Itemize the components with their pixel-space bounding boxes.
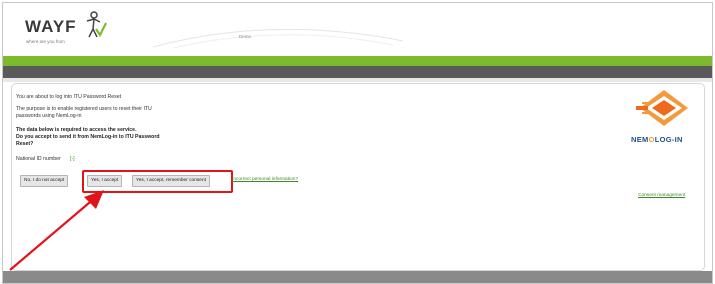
green-band [3, 56, 712, 66]
browser-window: WAYF where are you from Demo You are abo… [2, 2, 713, 284]
nemlogin-logo-suffix: LOG-IN [654, 135, 683, 144]
header-decoration [153, 28, 403, 49]
purpose-text-line-1: The purpose is to enable registered user… [16, 106, 152, 112]
question-text-line-1: The data below is required to access the… [16, 127, 137, 133]
accept-remember-button[interactable]: Yes, I accept, remember consent [132, 175, 210, 187]
header-center-text: Demo [239, 34, 252, 39]
attribute-label: National ID number [16, 156, 61, 162]
intro-text: You are about to log into ITU Password R… [16, 94, 122, 100]
wayf-logo: WAYF where are you from [25, 11, 107, 44]
incorrect-info-link[interactable]: Incorrect personal information? [232, 177, 298, 182]
question-text-line-2: Do you accept to send it from NemLog-in … [16, 134, 160, 140]
separator-strip [3, 78, 712, 82]
nemlogin-logo-text: NEMOLOG-IN [631, 135, 683, 144]
wayf-logo-icon [85, 11, 107, 44]
brand-name: WAYF [25, 17, 77, 36]
consent-management-link[interactable]: Consent management [638, 193, 685, 198]
header: WAYF where are you from Demo [3, 3, 712, 55]
dark-band [3, 66, 712, 78]
nemlogin-logo-prefix: NEM [631, 135, 649, 144]
nemlogin-icon [636, 88, 692, 133]
question-text-line-3: Reset? [16, 141, 34, 147]
attribute-toggle[interactable]: [-] [70, 156, 75, 163]
footer-band [3, 271, 712, 283]
brand-tagline: where are you from [26, 39, 65, 44]
decline-button[interactable]: No, I do not accept [20, 175, 69, 187]
accept-button[interactable]: Yes, I accept [87, 175, 123, 187]
purpose-text-line-2: passwords using NemLog-in [16, 113, 82, 119]
